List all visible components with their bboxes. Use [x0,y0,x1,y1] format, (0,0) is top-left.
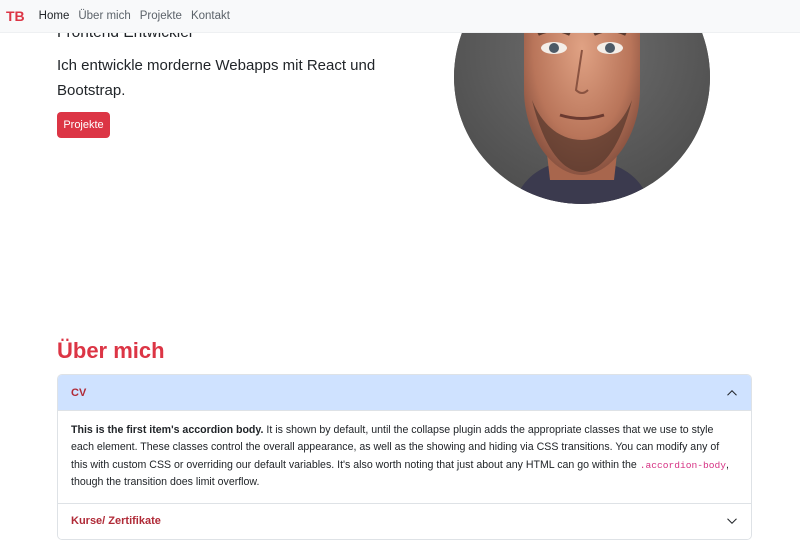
accordion-header-kurse[interactable]: Kurse/ Zertifikate [58,502,751,539]
chevron-down-icon [727,518,737,525]
projekte-button[interactable]: Projekte [57,112,110,138]
accordion-body-strong: This is the first item's accordion body. [71,424,264,436]
nav-link-kontakt[interactable]: Kontakt [191,10,230,22]
accordion-body: This is the first item's accordion body.… [58,411,751,503]
accordion-header-cv[interactable]: CV [58,375,751,411]
navbar: TB Home Über mich Projekte Kontakt [0,0,800,33]
accordion-header-label: CV [71,386,87,399]
about-section: Über mich CV This is the first item's ac… [48,330,760,544]
hero-text: Ich entwickle morderne Webapps mit React… [57,57,376,99]
nav-link-projekte[interactable]: Projekte [140,10,182,22]
chevron-up-icon [727,389,737,396]
section-title: Über mich [57,338,165,363]
accordion-body-code: .accordion-body [639,459,727,471]
nav-link-ueber-mich[interactable]: Über mich [78,10,130,22]
nav-link-home[interactable]: Home [39,10,70,22]
accordion-header-label: Kurse/ Zertifikate [71,515,161,528]
brand-logo[interactable]: TB [6,8,25,24]
accordion: CV This is the first item's accordion bo… [57,374,752,540]
